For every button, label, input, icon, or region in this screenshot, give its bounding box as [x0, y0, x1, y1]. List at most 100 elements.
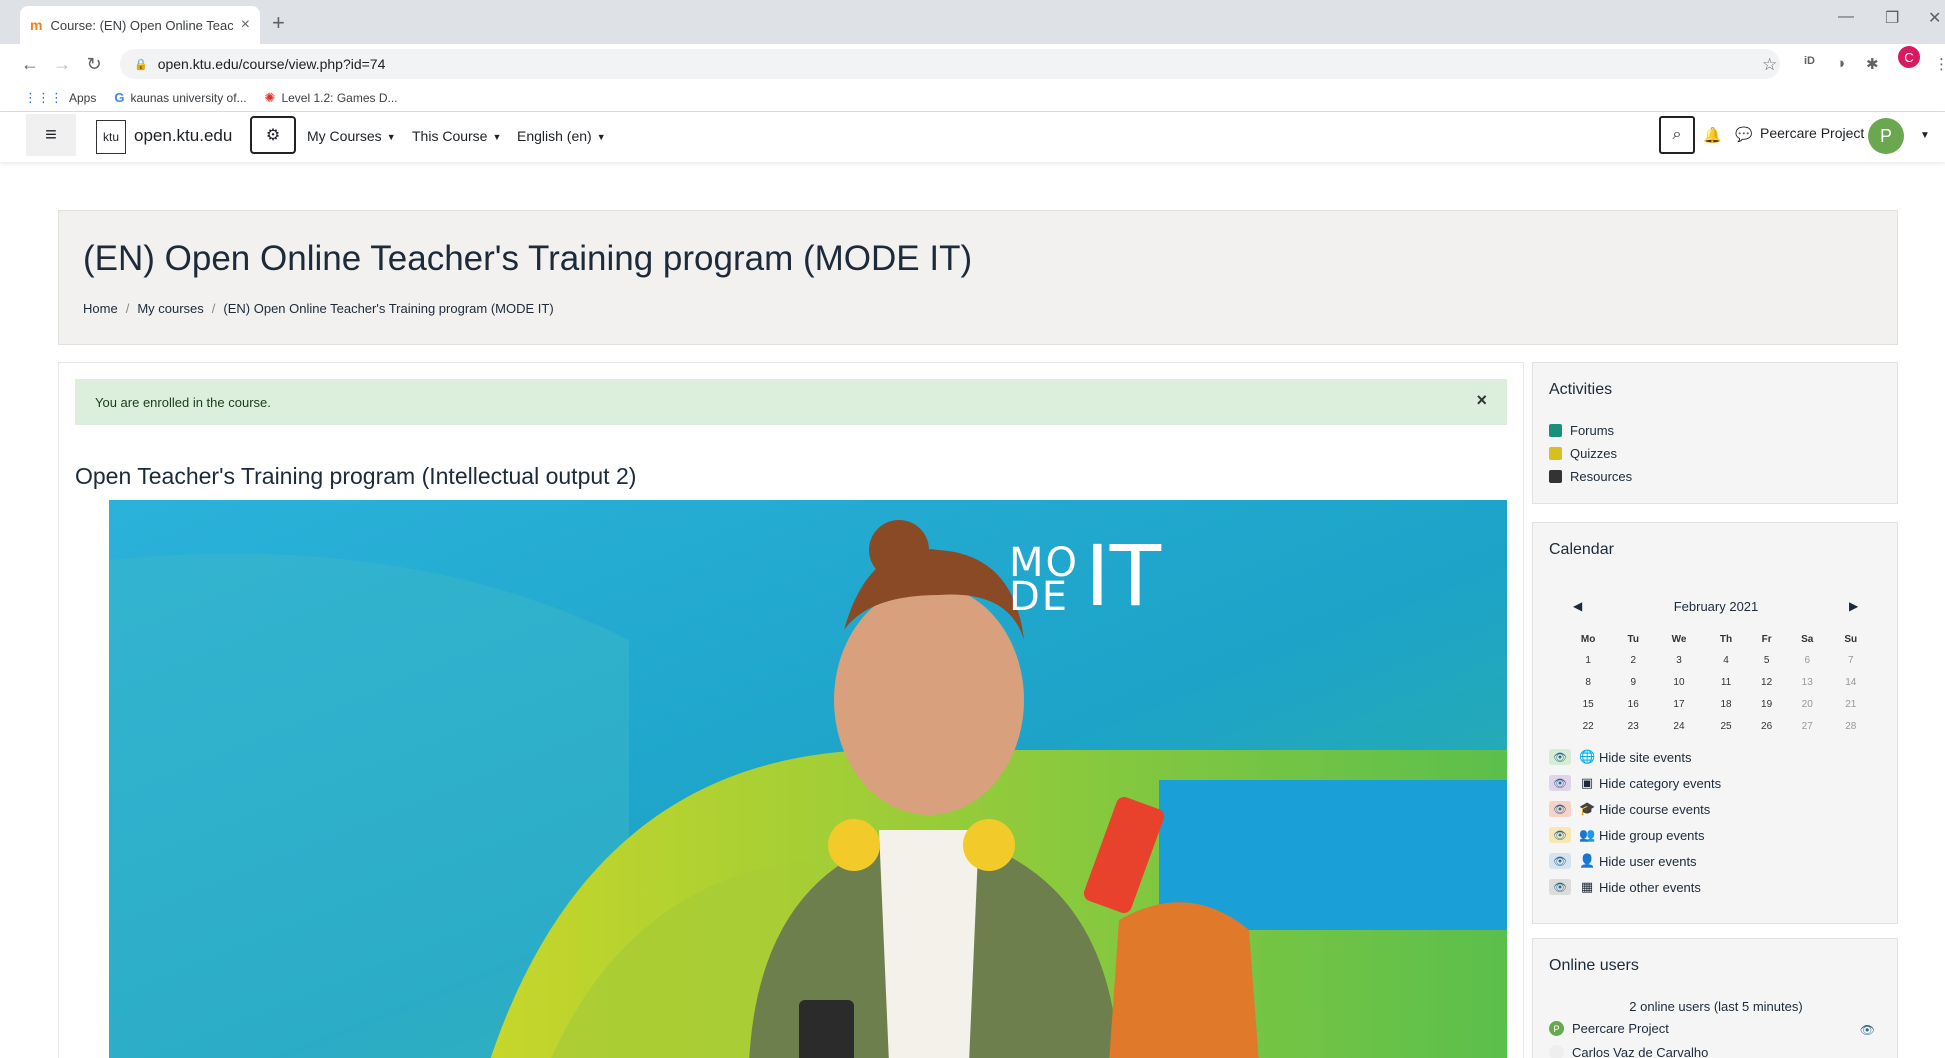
calendar-day[interactable]: 23	[1613, 715, 1653, 737]
extension-id-icon[interactable]: iD	[1804, 55, 1815, 67]
calendar-day[interactable]: 15	[1563, 693, 1613, 715]
calendar-day[interactable]: 8	[1563, 671, 1613, 693]
calendar-day[interactable]: 5	[1747, 649, 1786, 671]
hide-course-events[interactable]: 👁 🎓 Hide course events	[1549, 801, 1710, 817]
calendar-day[interactable]: 24	[1653, 715, 1705, 737]
calendar-day[interactable]: 19	[1747, 693, 1786, 715]
calendar-day[interactable]: 16	[1613, 693, 1653, 715]
calendar-month: February 2021	[1673, 599, 1759, 614]
hamburger-menu-icon[interactable]: ≡	[26, 114, 76, 156]
page-header: (EN) Open Online Teacher's Training prog…	[58, 210, 1898, 345]
caret-down-icon: ▼	[596, 132, 606, 143]
user-avatar	[1549, 1045, 1564, 1058]
google-icon: G	[114, 90, 125, 105]
calendar-day[interactable]: 6	[1786, 649, 1829, 671]
caret-down-icon: ▼	[492, 132, 502, 143]
user-name[interactable]: Peercare Project	[1760, 125, 1864, 141]
weekday: Tu	[1627, 633, 1639, 645]
user-icon: 👤	[1579, 853, 1596, 868]
calendar-day[interactable]: 4	[1705, 649, 1748, 671]
calendar-day[interactable]: 9	[1613, 671, 1653, 693]
calendar-day[interactable]: 11	[1705, 671, 1748, 693]
section-title: Open Teacher's Training program (Intelle…	[75, 463, 637, 489]
eye-icon: 👁	[1549, 775, 1571, 791]
bookmark-star-icon[interactable]: ☆	[1762, 55, 1777, 75]
extension-circle-icon[interactable]: ◑	[1836, 55, 1845, 72]
bookmarks-bar: ⋮⋮⋮ Apps G kaunas university of... ✺ Lev…	[0, 84, 1945, 112]
menu-my-courses[interactable]: My Courses ▼	[307, 128, 396, 144]
calendar-day[interactable]: 13	[1786, 671, 1829, 693]
calendar-day[interactable]: 14	[1829, 671, 1874, 693]
hide-user-events[interactable]: 👁 👤 Hide user events	[1549, 853, 1697, 869]
forward-icon[interactable]: →	[46, 54, 78, 75]
site-name[interactable]: open.ktu.edu	[134, 126, 232, 146]
new-tab-icon[interactable]: +	[272, 10, 285, 36]
extensions-puzzle-icon[interactable]: ✱	[1866, 55, 1879, 73]
online-user[interactable]: Carlos Vaz de Carvalho	[1549, 1045, 1708, 1058]
bookmark-kaunas[interactable]: G kaunas university of...	[114, 90, 246, 105]
calendar-day[interactable]: 17	[1653, 693, 1705, 715]
online-user[interactable]: P Peercare Project	[1549, 1021, 1669, 1036]
browser-menu-icon[interactable]: ⋮	[1934, 55, 1945, 73]
calendar-day[interactable]: 27	[1786, 715, 1829, 737]
hide-site-events[interactable]: 👁 🌐 Hide site events	[1549, 749, 1692, 765]
eye-icon: 👁	[1549, 749, 1571, 765]
calendar-icon: ▦	[1580, 879, 1594, 894]
hide-category-events[interactable]: 👁 ▣ Hide category events	[1549, 775, 1721, 791]
bookmark-apps[interactable]: ⋮⋮⋮ Apps	[24, 90, 96, 106]
page-title: (EN) Open Online Teacher's Training prog…	[83, 239, 973, 278]
activity-forums[interactable]: Forums	[1549, 423, 1614, 438]
calendar-day[interactable]: 7	[1829, 649, 1874, 671]
user-avatar[interactable]: P	[1868, 118, 1904, 154]
breadcrumb-course[interactable]: (EN) Open Online Teacher's Training prog…	[223, 301, 553, 316]
close-window-icon[interactable]: ✕	[1928, 8, 1941, 28]
calendar-day[interactable]: 3	[1653, 649, 1705, 671]
close-alert-icon[interactable]: ×	[1476, 390, 1487, 411]
browser-tab[interactable]: m Course: (EN) Open Online Teache ×	[20, 6, 260, 44]
back-icon[interactable]: ←	[14, 54, 46, 75]
calendar-day[interactable]: 12	[1747, 671, 1786, 693]
calendar-day[interactable]: 2	[1613, 649, 1653, 671]
calendar-day[interactable]: 18	[1705, 693, 1748, 715]
course-settings-gear-icon[interactable]: ⚙	[250, 116, 296, 154]
gear-bookmark-icon: ✺	[264, 89, 276, 105]
search-icon[interactable]: ⌕	[1659, 116, 1695, 154]
calendar-day[interactable]: 28	[1829, 715, 1874, 737]
calendar-day[interactable]: 21	[1829, 693, 1874, 715]
hide-other-events[interactable]: 👁 ▦ Hide other events	[1549, 879, 1701, 895]
calendar-day[interactable]: 1	[1563, 649, 1613, 671]
user-avatar: P	[1549, 1021, 1564, 1036]
enrolment-alert: You are enrolled in the course. ×	[75, 379, 1507, 425]
activity-quizzes[interactable]: Quizzes	[1549, 446, 1617, 461]
calendar-day[interactable]: 20	[1786, 693, 1829, 715]
calendar-day[interactable]: 26	[1747, 715, 1786, 737]
bookmark-level[interactable]: ✺ Level 1.2: Games D...	[265, 90, 398, 106]
address-bar: ← → ↻ 🔒 open.ktu.edu/course/view.php?id=…	[0, 44, 1945, 84]
user-menu-caret-icon[interactable]: ▼	[1920, 130, 1930, 141]
messages-chat-icon[interactable]: 💬	[1735, 126, 1752, 143]
globe-icon: 🌐	[1579, 749, 1596, 764]
tab-title: Course: (EN) Open Online Teache	[50, 17, 233, 33]
minimize-icon[interactable]: —	[1838, 8, 1854, 26]
weekday: Th	[1719, 633, 1733, 645]
block-title: Online users	[1549, 957, 1639, 974]
url-field[interactable]: 🔒 open.ktu.edu/course/view.php?id=74	[120, 49, 1780, 79]
eye-icon[interactable]: 👁	[1860, 1023, 1875, 1037]
reload-icon[interactable]: ↻	[78, 54, 110, 75]
restore-icon[interactable]: ❐	[1885, 8, 1899, 28]
hide-group-events[interactable]: 👁 👥 Hide group events	[1549, 827, 1705, 843]
calendar-day[interactable]: 10	[1653, 671, 1705, 693]
calendar-day[interactable]: 22	[1563, 715, 1613, 737]
online-users-count: 2 online users (last 5 minutes)	[1629, 999, 1803, 1014]
calendar-day[interactable]: 25	[1705, 715, 1748, 737]
breadcrumb-my-courses[interactable]: My courses	[137, 301, 203, 316]
notifications-bell-icon[interactable]: 🔔	[1703, 126, 1722, 144]
site-logo[interactable]: ktu	[96, 120, 126, 154]
menu-language[interactable]: English (en) ▼	[517, 128, 606, 144]
activity-resources[interactable]: Resources	[1549, 469, 1632, 484]
browser-profile-avatar[interactable]: C	[1898, 46, 1920, 68]
calendar-next-month-icon[interactable]: ▶	[1849, 599, 1858, 613]
breadcrumb-home[interactable]: Home	[83, 301, 118, 316]
close-tab-icon[interactable]: ×	[241, 16, 250, 34]
menu-this-course[interactable]: This Course ▼	[412, 128, 501, 144]
